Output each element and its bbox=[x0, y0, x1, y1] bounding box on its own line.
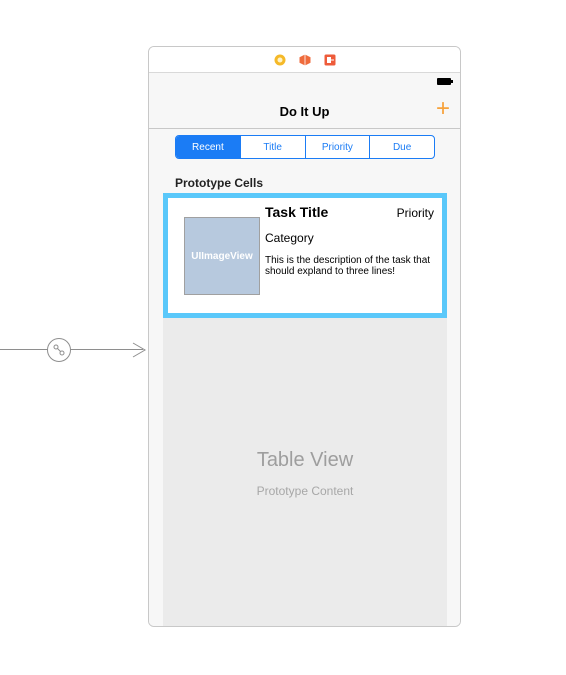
segment-due[interactable]: Due bbox=[370, 136, 434, 158]
battery-icon bbox=[437, 78, 453, 85]
table-view-placeholder-title: Table View bbox=[256, 449, 354, 471]
scene-dock bbox=[149, 47, 460, 73]
sort-segmented-control[interactable]: Recent Title Priority Due bbox=[175, 135, 435, 159]
exit-icon[interactable] bbox=[324, 54, 336, 66]
image-view-placeholder[interactable]: UIImageView bbox=[184, 217, 260, 295]
arrow-head-icon bbox=[132, 342, 146, 358]
segment-title[interactable]: Title bbox=[241, 136, 306, 158]
prototype-cell[interactable]: UIImageView Task Title Priority Category… bbox=[163, 193, 447, 318]
prototype-cells-header: Prototype Cells bbox=[175, 176, 264, 190]
category-label[interactable]: Category bbox=[265, 231, 314, 245]
segue-icon[interactable] bbox=[47, 338, 71, 362]
description-label[interactable]: This is the description of the task that… bbox=[265, 255, 437, 277]
view-controller-scene[interactable]: Do It Up + Recent Title Priority Due Pro… bbox=[148, 46, 461, 627]
task-title-label[interactable]: Task Title bbox=[265, 204, 328, 220]
view-controller-icon[interactable] bbox=[274, 54, 286, 66]
navigation-bar: Do It Up + bbox=[149, 93, 460, 129]
table-view-placeholder-subtitle: Prototype Content bbox=[256, 484, 354, 498]
segue-line[interactable] bbox=[0, 349, 143, 350]
status-bar bbox=[149, 73, 460, 93]
segment-priority[interactable]: Priority bbox=[306, 136, 371, 158]
first-responder-icon[interactable] bbox=[299, 54, 311, 66]
priority-label[interactable]: Priority bbox=[397, 206, 434, 220]
add-button[interactable]: + bbox=[436, 97, 450, 121]
segment-recent[interactable]: Recent bbox=[176, 136, 241, 158]
nav-title: Do It Up bbox=[279, 104, 330, 119]
